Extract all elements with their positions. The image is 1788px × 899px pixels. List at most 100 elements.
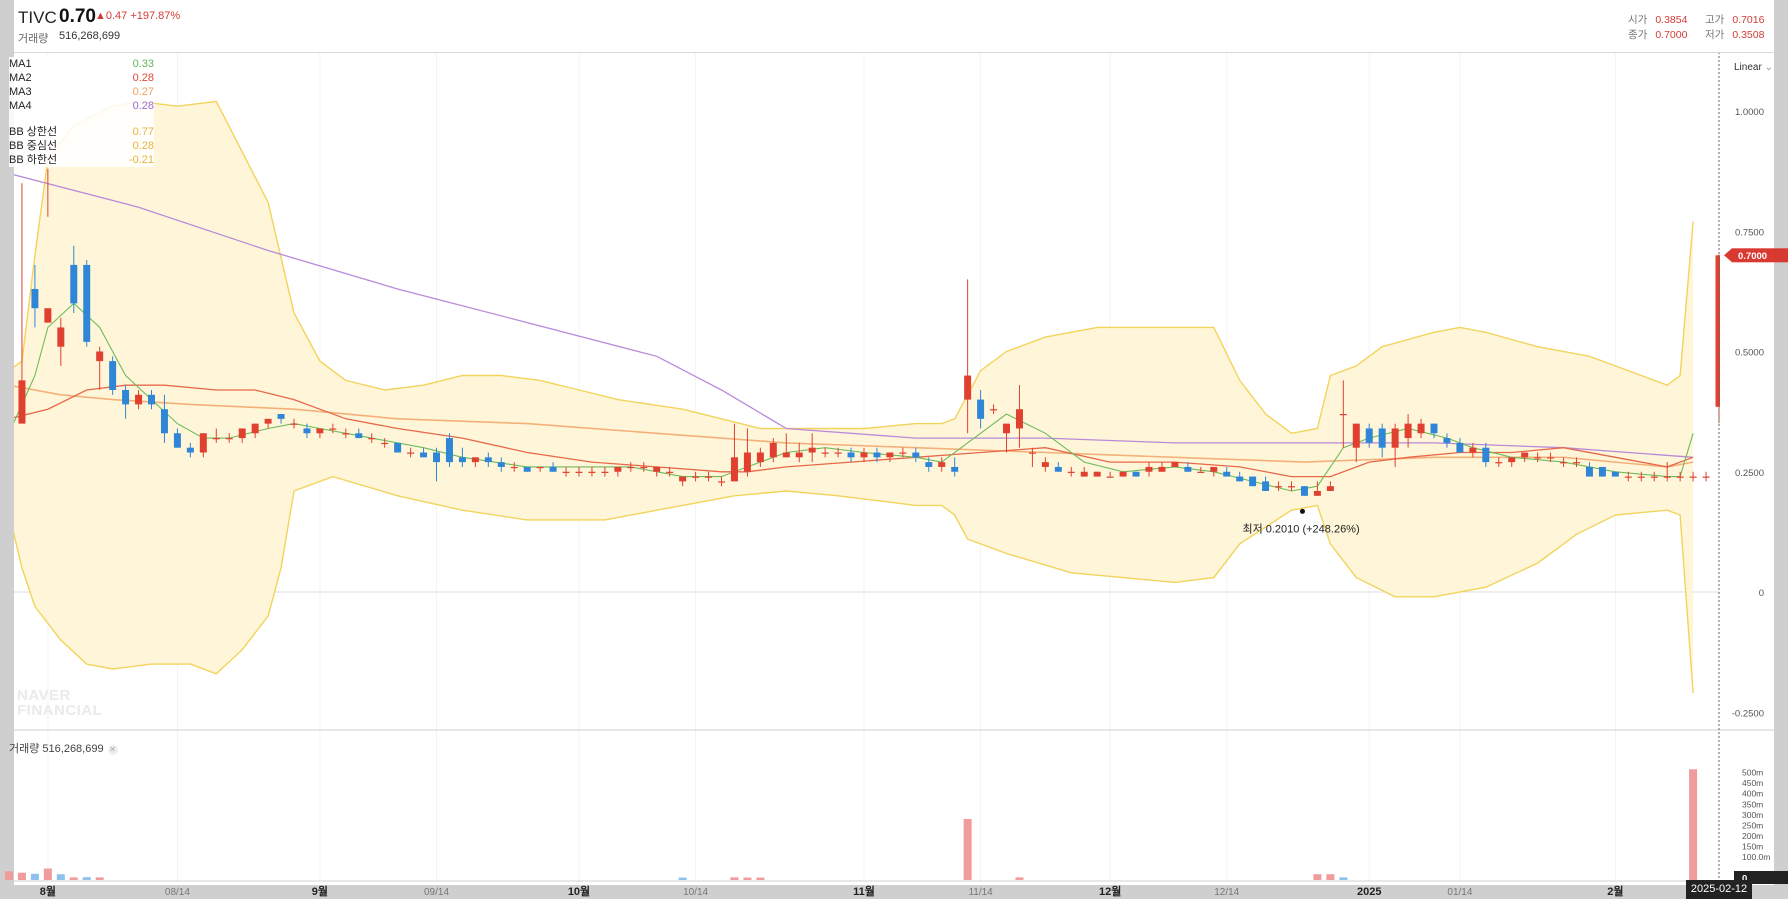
- legend-value: 0.33: [132, 58, 154, 70]
- legend-value: 0.28: [132, 72, 154, 84]
- candle-body: [925, 462, 933, 467]
- min-annotation: 최저 0.2010 (+248.26%): [1242, 522, 1359, 535]
- ohlc-high: 고가 0.7016: [1705, 14, 1765, 26]
- current-price: 0.70: [59, 6, 96, 27]
- indicator-legend: MA1 0.33 MA2 0.28 MA3 0.27 MA4 0.28 BB 상한선 0.77 BB…: [9, 57, 154, 167]
- candle-body: [821, 452, 829, 454]
- legend-value: 0.27: [132, 86, 154, 98]
- x-tick-label: 9월: [312, 884, 328, 898]
- candle-body: [290, 423, 298, 425]
- chevron-down-icon: ⌄: [1764, 62, 1773, 73]
- candle-body: [109, 361, 117, 390]
- candle-body: [1482, 447, 1490, 463]
- candle-body: [692, 476, 700, 478]
- candle-body: [1197, 471, 1205, 473]
- candle-body: [1003, 423, 1010, 434]
- close-icon[interactable]: ✕: [107, 745, 118, 755]
- candle-body: [627, 466, 635, 469]
- candle-body: [886, 452, 894, 458]
- candle-body: [186, 447, 194, 453]
- candle-body: [1547, 457, 1555, 459]
- candle-body: [1313, 490, 1321, 496]
- volume-bar: [1015, 877, 1024, 880]
- candle-body: [1352, 423, 1360, 448]
- price-chart[interactable]: 최저 0.2010 (+248.26%) 1.0000 0.7500 0.5000 0.…: [0, 0, 1788, 899]
- candle-body: [873, 452, 881, 458]
- y-tick-label: 0.7500: [1735, 227, 1764, 238]
- volume-bar: [963, 819, 972, 880]
- x-tick-label: 09/14: [424, 887, 449, 898]
- candle-body: [445, 438, 453, 463]
- candle-body: [575, 471, 583, 473]
- candle-body: [562, 471, 570, 473]
- volume-panel-title: 거래량 516,268,699: [9, 743, 104, 755]
- volume-bar: [69, 877, 78, 880]
- volume-bar: [43, 868, 52, 880]
- candle-body: [44, 308, 52, 323]
- volume-bar: [82, 877, 91, 880]
- candle-body: [1404, 423, 1412, 439]
- legend-name: MA1: [9, 58, 32, 70]
- volume-value: 516,268,699: [59, 30, 121, 42]
- candle-body: [31, 288, 39, 309]
- candle-body: [1702, 476, 1710, 478]
- candle-body: [394, 442, 402, 453]
- candle-body: [1650, 476, 1658, 478]
- volume-bar: [5, 871, 13, 880]
- candle-body: [1184, 466, 1192, 472]
- candle-body: [83, 264, 91, 342]
- current-price-tag: 0.7000: [1738, 251, 1767, 262]
- candle-body: [1106, 476, 1114, 478]
- ohlc-low: 저가 0.3508: [1705, 29, 1765, 41]
- bollinger-band-fill: [14, 101, 1694, 693]
- price-change: ▲0.47 +197.87%: [95, 10, 181, 22]
- legend-row: MA4 0.28: [9, 99, 154, 113]
- y-tick-label: 0: [1759, 588, 1764, 599]
- symbol-header: TIVC 0.70 ▲0.47 +197.87% 거래량 516,268,699…: [14, 0, 1774, 53]
- candle-body: [1560, 462, 1568, 464]
- candle-body: [1080, 471, 1088, 477]
- candle-body: [1158, 466, 1166, 472]
- candle-body: [834, 452, 842, 454]
- candle-body: [225, 438, 233, 440]
- candle-body: [990, 409, 998, 411]
- candle-body: [782, 452, 790, 458]
- volume-tick-label: 500m: [1742, 768, 1763, 778]
- legend-value: 0.28: [132, 140, 154, 152]
- volume-bar: [56, 874, 65, 880]
- volume-tick-label: 200m: [1742, 831, 1763, 841]
- candle-body: [173, 433, 181, 448]
- candle-body: [1300, 486, 1308, 496]
- candle-body: [601, 471, 609, 473]
- candle-body: [743, 452, 751, 472]
- candle-body: [355, 433, 363, 439]
- scale-mode-select[interactable]: Linear ⌄: [1734, 62, 1773, 73]
- candle-body: [1223, 471, 1231, 477]
- candle-body: [769, 442, 777, 458]
- candle-body: [523, 466, 531, 472]
- candle-body: [1495, 462, 1503, 464]
- candle-body: [342, 433, 350, 435]
- volume-bar: [1313, 874, 1322, 880]
- watermark-line-1: NAVER: [17, 687, 71, 704]
- candle-body: [70, 264, 78, 304]
- legend-row: MA1 0.33: [9, 57, 154, 71]
- legend-value: 0.77: [132, 126, 154, 138]
- candle-body: [251, 423, 259, 434]
- candle-body: [588, 471, 596, 473]
- candle-body: [964, 375, 972, 400]
- candle-body: [653, 466, 661, 472]
- candle-body: [303, 428, 311, 434]
- x-tick-label: 8월: [40, 884, 56, 898]
- candle-body: [433, 452, 440, 463]
- candle-body: [899, 452, 907, 454]
- candle-body: [795, 452, 803, 458]
- candle-body: [1015, 409, 1023, 429]
- y-tick-label: -0.2500: [1732, 708, 1764, 719]
- candle-body: [212, 438, 220, 440]
- volume-tick-label: 250m: [1742, 820, 1763, 830]
- legend-row: MA3 0.27: [9, 85, 154, 99]
- candle-body: [614, 466, 622, 472]
- x-tick-label: 11/14: [968, 887, 993, 898]
- candle-body: [1093, 471, 1101, 477]
